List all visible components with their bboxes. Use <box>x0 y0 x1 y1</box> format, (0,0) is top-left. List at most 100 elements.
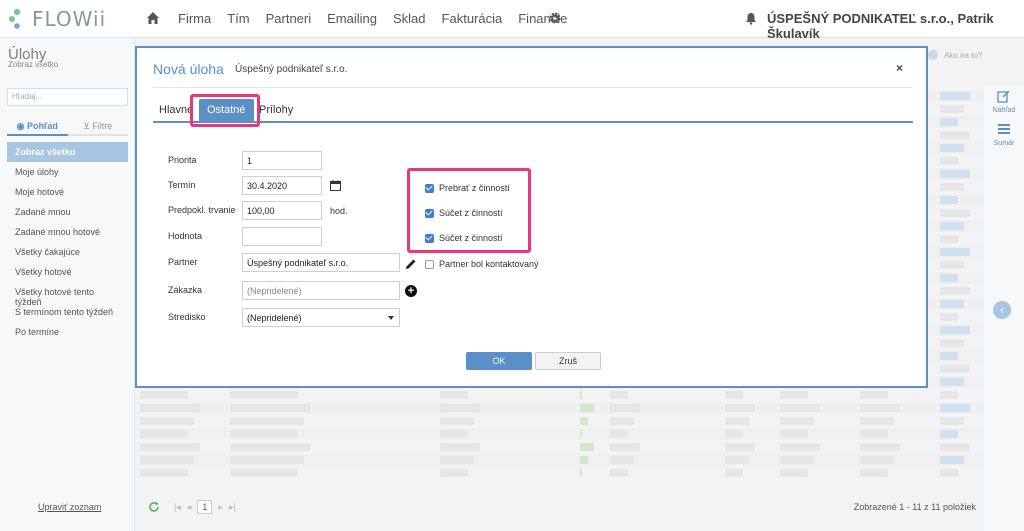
sidebar-item-vsetky-cakajuce[interactable]: Všetky čakajúce <box>7 242 128 262</box>
grid-cell-placeholder <box>440 469 468 477</box>
tab-prilohy[interactable]: Prílohy <box>259 104 293 116</box>
list-icon <box>998 124 1010 134</box>
next-page-icon[interactable]: ▸ <box>218 502 223 513</box>
grid-cell-placeholder <box>140 404 200 412</box>
refresh-icon[interactable] <box>148 501 160 513</box>
grid-cell-placeholder <box>780 417 814 425</box>
grid-cell-placeholder <box>940 209 970 217</box>
grid-cell-placeholder <box>140 391 188 399</box>
grid-cell-placeholder <box>860 469 888 477</box>
grid-cell-placeholder <box>440 417 474 425</box>
partner-label: Partner <box>168 257 198 267</box>
page-number[interactable]: 1 <box>197 500 213 514</box>
tab-filtre[interactable]: ⊻ Filtre <box>67 118 128 136</box>
sidebar-item-po-termine[interactable]: Po termíne <box>7 322 128 342</box>
priorita-input[interactable]: 1 <box>242 151 322 170</box>
close-icon[interactable]: × <box>896 61 903 75</box>
grid-cell-placeholder <box>440 456 474 464</box>
grid-cell-placeholder <box>860 443 900 451</box>
tab-highlight-box <box>190 94 260 127</box>
trvanie-label: Predpokl. trvanie <box>168 205 236 215</box>
grid-cell-placeholder <box>140 469 188 477</box>
checkbox-partner-kontakt-box[interactable] <box>425 259 434 269</box>
calendar-icon[interactable] <box>330 180 341 191</box>
grid-cell-placeholder <box>140 417 194 425</box>
grid-cell-placeholder <box>940 430 958 438</box>
edit-list-link[interactable]: Upraviť zoznam <box>38 502 101 512</box>
help-area[interactable]: Ako na to? <box>928 50 982 60</box>
sidebar-item-zadane-mnou-hotove[interactable]: Zadané mnou hotové <box>7 222 128 242</box>
sidebar-item-vsetky-hotove-tyzden[interactable]: Všetky hotové tento týždeň <box>7 282 128 307</box>
partner-input[interactable]: Úspešný podnikateľ s.r.o. <box>242 253 400 272</box>
checkbox-highlight-box <box>407 168 531 253</box>
cancel-button[interactable]: Zruš <box>535 352 601 370</box>
grid-cell-placeholder <box>940 456 964 464</box>
grid-cell-placeholder <box>860 391 888 399</box>
grid-cell-placeholder <box>780 443 820 451</box>
home-icon[interactable] <box>146 11 160 25</box>
grid-cell-placeholder <box>725 430 743 438</box>
grid-row-placeholder <box>140 402 984 414</box>
nav-item-sklad[interactable]: Sklad <box>393 11 426 26</box>
grid-cell-placeholder <box>940 170 970 178</box>
grid-cell-placeholder <box>940 222 964 230</box>
grid-cell-placeholder <box>230 391 298 399</box>
tab-hlavne[interactable]: Hlavné <box>159 104 193 116</box>
gear-icon[interactable] <box>548 11 562 25</box>
zakazka-input[interactable]: (Nepridelené) <box>242 281 400 300</box>
rail-item-nahlad[interactable]: Náhľad <box>984 89 1024 114</box>
add-plus-icon[interactable]: + <box>405 285 417 297</box>
tab-pohlad[interactable]: ◉ Pohľad <box>7 118 68 136</box>
last-page-icon[interactable]: ▸| <box>229 502 236 513</box>
grid-cell-placeholder <box>580 456 588 464</box>
sidebar-search-input[interactable]: Hľadaj... <box>7 88 128 106</box>
sidebar-tabs: ◉ Pohľad ⊻ Filtre <box>7 118 128 136</box>
grid-cell-placeholder <box>780 404 820 412</box>
grid-cell-placeholder <box>230 404 310 412</box>
grid-cell-placeholder <box>940 274 958 282</box>
bell-icon[interactable] <box>745 12 757 25</box>
grid-cell-placeholder <box>860 430 888 438</box>
sidebar-item-moje-hotove[interactable]: Moje hotové <box>7 182 128 202</box>
nav-item-emailing[interactable]: Emailing <box>327 11 377 26</box>
termin-input[interactable]: 30.4.2020 <box>242 176 322 195</box>
sidebar-item-vsetky-hotove[interactable]: Všetky hotové <box>7 262 128 282</box>
nav-item-partneri[interactable]: Partneri <box>266 11 312 26</box>
hodnota-input[interactable] <box>242 227 322 246</box>
pencil-icon[interactable] <box>405 258 417 270</box>
grid-row-placeholder <box>140 389 984 401</box>
nav-item-firma[interactable]: Firma <box>178 11 211 26</box>
grid-cell-placeholder <box>940 105 964 113</box>
right-rail: Náhľad Sumár ‹ <box>984 86 1024 531</box>
logo[interactable]: FLOWii <box>8 7 106 31</box>
grid-row-placeholder <box>140 467 984 479</box>
prev-page-icon[interactable]: ◂ <box>187 502 192 513</box>
checkbox-partner-kontakt[interactable]: Partner bol kontaktovaný <box>425 259 539 269</box>
grid-cell-placeholder <box>940 313 958 321</box>
grid-cell-placeholder <box>230 417 304 425</box>
grid-cell-placeholder <box>940 300 964 308</box>
collapse-left-icon[interactable]: ‹ <box>993 301 1011 319</box>
grid-cell-placeholder <box>940 469 958 477</box>
company-user-name[interactable]: ÚSPEŠNÝ PODNIKATEĽ s.r.o., Patrik Škulav… <box>767 11 1024 41</box>
nav-item-tim[interactable]: Tím <box>227 11 249 26</box>
grid-cell-placeholder <box>610 443 640 451</box>
grid-cell-placeholder <box>940 404 970 412</box>
first-page-icon[interactable]: |◂ <box>174 502 181 513</box>
nav-item-fakturacia[interactable]: Fakturácia <box>442 11 503 26</box>
help-text: Ako na to? <box>944 50 983 60</box>
sidebar-item-moje-ulohy[interactable]: Moje úlohy <box>7 162 128 182</box>
sidebar-item-zobraz-vsetko[interactable]: Zobraz všetko <box>7 142 128 162</box>
rail-item-sumar[interactable]: Sumár <box>984 122 1024 147</box>
grid-cell-placeholder <box>610 469 628 477</box>
grid-cell-placeholder <box>940 196 958 204</box>
ok-button[interactable]: OK <box>466 352 532 370</box>
sidebar-item-zadane-mnou[interactable]: Zadané mnou <box>7 202 128 222</box>
grid-cell-placeholder <box>440 404 480 412</box>
grid-cell-placeholder <box>140 443 200 451</box>
stredisko-select[interactable]: (Nepridelené) <box>242 308 400 327</box>
trvanie-input[interactable]: 100,00 <box>242 201 322 220</box>
chevron-down-icon <box>388 316 394 320</box>
grid-cell-placeholder <box>940 339 964 347</box>
grid-cell-placeholder <box>860 417 894 425</box>
